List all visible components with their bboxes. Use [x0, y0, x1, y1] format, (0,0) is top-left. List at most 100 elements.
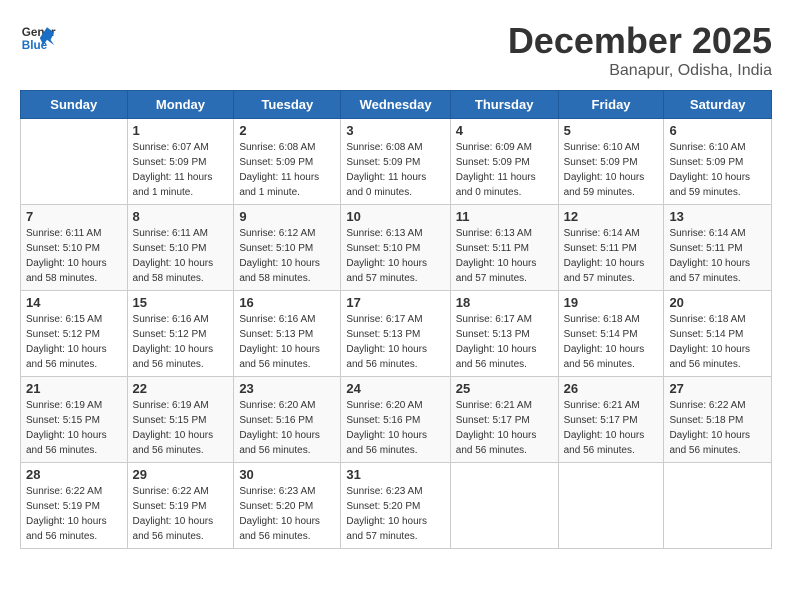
day-info: Sunrise: 6:08 AMSunset: 5:09 PMDaylight:…: [346, 140, 444, 200]
day-info: Sunrise: 6:17 AMSunset: 5:13 PMDaylight:…: [456, 312, 553, 372]
day-number: 31: [346, 467, 444, 482]
day-info: Sunrise: 6:22 AMSunset: 5:18 PMDaylight:…: [669, 398, 766, 458]
day-number: 20: [669, 295, 766, 310]
day-info: Sunrise: 6:19 AMSunset: 5:15 PMDaylight:…: [133, 398, 229, 458]
day-number: 17: [346, 295, 444, 310]
day-number: 16: [239, 295, 335, 310]
day-number: 23: [239, 381, 335, 396]
calendar-cell: [450, 463, 558, 549]
calendar-table: SundayMondayTuesdayWednesdayThursdayFrid…: [20, 90, 772, 549]
day-number: 4: [456, 123, 553, 138]
calendar-cell: 8 Sunrise: 6:11 AMSunset: 5:10 PMDaylight…: [127, 205, 234, 291]
calendar-cell: 29Sunrise: 6:22 AMSunset: 5:19 PMDayligh…: [127, 463, 234, 549]
day-info: Sunrise: 6:07 AMSunset: 5:09 PMDaylight:…: [133, 140, 229, 200]
calendar-cell: 11 Sunrise: 6:13 AMSunset: 5:11 PMDayligh…: [450, 205, 558, 291]
day-info: Sunrise: 6:21 AMSunset: 5:17 PMDaylight:…: [564, 398, 659, 458]
weekday-header: Saturday: [664, 91, 772, 119]
calendar-week-row: 14Sunrise: 6:15 AMSunset: 5:12 PMDayligh…: [21, 291, 772, 377]
day-info: Sunrise: 6:11 AMSunset: 5:10 PMDaylight:…: [26, 226, 122, 286]
weekday-header: Monday: [127, 91, 234, 119]
calendar-cell: 2 Sunrise: 6:08 AMSunset: 5:09 PMDaylight…: [234, 119, 341, 205]
day-number: 12: [564, 209, 659, 224]
logo-icon: General Blue: [20, 20, 56, 56]
calendar-cell: 12Sunrise: 6:14 AMSunset: 5:11 PMDayligh…: [558, 205, 664, 291]
calendar-cell: 28Sunrise: 6:22 AMSunset: 5:19 PMDayligh…: [21, 463, 128, 549]
day-number: 24: [346, 381, 444, 396]
weekday-header: Tuesday: [234, 91, 341, 119]
day-number: 30: [239, 467, 335, 482]
calendar-cell: 22 Sunrise: 6:19 AMSunset: 5:15 PMDayligh…: [127, 377, 234, 463]
day-info: Sunrise: 6:16 AMSunset: 5:12 PMDaylight:…: [133, 312, 229, 372]
calendar-cell: 16 Sunrise: 6:16 AMSunset: 5:13 PMDayligh…: [234, 291, 341, 377]
weekday-header: Thursday: [450, 91, 558, 119]
title-section: December 2025 Banapur, Odisha, India: [508, 20, 772, 80]
day-number: 1: [133, 123, 229, 138]
calendar-cell: 23 Sunrise: 6:20 AMSunset: 5:16 PMDayligh…: [234, 377, 341, 463]
day-info: Sunrise: 6:18 AMSunset: 5:14 PMDaylight:…: [669, 312, 766, 372]
day-info: Sunrise: 6:20 AMSunset: 5:16 PMDaylight:…: [239, 398, 335, 458]
day-number: 5: [564, 123, 659, 138]
day-number: 28: [26, 467, 122, 482]
day-number: 3: [346, 123, 444, 138]
month-title: December 2025: [508, 20, 772, 62]
calendar-cell: 6 Sunrise: 6:10 AMSunset: 5:09 PMDaylight…: [664, 119, 772, 205]
calendar-cell: 30 Sunrise: 6:23 AMSunset: 5:20 PMDayligh…: [234, 463, 341, 549]
day-info: Sunrise: 6:10 AMSunset: 5:09 PMDaylight:…: [669, 140, 766, 200]
day-number: 8: [133, 209, 229, 224]
day-number: 6: [669, 123, 766, 138]
calendar-cell: 10 Sunrise: 6:13 AMSunset: 5:10 PMDayligh…: [341, 205, 450, 291]
day-number: 22: [133, 381, 229, 396]
day-info: Sunrise: 6:20 AMSunset: 5:16 PMDaylight:…: [346, 398, 444, 458]
day-number: 18: [456, 295, 553, 310]
calendar-cell: 20 Sunrise: 6:18 AMSunset: 5:14 PMDayligh…: [664, 291, 772, 377]
calendar-cell: [558, 463, 664, 549]
weekday-header: Sunday: [21, 91, 128, 119]
day-number: 29: [133, 467, 229, 482]
location-title: Banapur, Odisha, India: [508, 62, 772, 80]
day-number: 15: [133, 295, 229, 310]
day-info: Sunrise: 6:10 AMSunset: 5:09 PMDaylight:…: [564, 140, 659, 200]
day-number: 26: [564, 381, 659, 396]
day-number: 14: [26, 295, 122, 310]
calendar-cell: 4 Sunrise: 6:09 AMSunset: 5:09 PMDaylight…: [450, 119, 558, 205]
day-info: Sunrise: 6:11 AMSunset: 5:10 PMDaylight:…: [133, 226, 229, 286]
calendar-week-row: 1 Sunrise: 6:07 AMSunset: 5:09 PMDaylight…: [21, 119, 772, 205]
day-number: 13: [669, 209, 766, 224]
day-info: Sunrise: 6:21 AMSunset: 5:17 PMDaylight:…: [456, 398, 553, 458]
calendar-cell: 24 Sunrise: 6:20 AMSunset: 5:16 PMDayligh…: [341, 377, 450, 463]
weekday-header: Friday: [558, 91, 664, 119]
calendar-cell: 13 Sunrise: 6:14 AMSunset: 5:11 PMDayligh…: [664, 205, 772, 291]
day-info: Sunrise: 6:13 AMSunset: 5:11 PMDaylight:…: [456, 226, 553, 286]
calendar-cell: 3 Sunrise: 6:08 AMSunset: 5:09 PMDaylight…: [341, 119, 450, 205]
calendar-cell: 18 Sunrise: 6:17 AMSunset: 5:13 PMDayligh…: [450, 291, 558, 377]
day-number: 2: [239, 123, 335, 138]
day-number: 25: [456, 381, 553, 396]
day-info: Sunrise: 6:17 AMSunset: 5:13 PMDaylight:…: [346, 312, 444, 372]
calendar-week-row: 7 Sunrise: 6:11 AMSunset: 5:10 PMDaylight…: [21, 205, 772, 291]
day-info: Sunrise: 6:09 AMSunset: 5:09 PMDaylight:…: [456, 140, 553, 200]
day-info: Sunrise: 6:23 AMSunset: 5:20 PMDaylight:…: [239, 484, 335, 544]
day-number: 7: [26, 209, 122, 224]
calendar-cell: 7 Sunrise: 6:11 AMSunset: 5:10 PMDaylight…: [21, 205, 128, 291]
calendar-cell: 21Sunrise: 6:19 AMSunset: 5:15 PMDayligh…: [21, 377, 128, 463]
calendar-cell: 14Sunrise: 6:15 AMSunset: 5:12 PMDayligh…: [21, 291, 128, 377]
day-info: Sunrise: 6:16 AMSunset: 5:13 PMDaylight:…: [239, 312, 335, 372]
day-info: Sunrise: 6:08 AMSunset: 5:09 PMDaylight:…: [239, 140, 335, 200]
calendar-cell: 27 Sunrise: 6:22 AMSunset: 5:18 PMDayligh…: [664, 377, 772, 463]
day-number: 27: [669, 381, 766, 396]
day-number: 21: [26, 381, 122, 396]
calendar-cell: 26 Sunrise: 6:21 AMSunset: 5:17 PMDayligh…: [558, 377, 664, 463]
day-info: Sunrise: 6:23 AMSunset: 5:20 PMDaylight:…: [346, 484, 444, 544]
day-number: 10: [346, 209, 444, 224]
calendar-cell: [664, 463, 772, 549]
calendar-cell: 25 Sunrise: 6:21 AMSunset: 5:17 PMDayligh…: [450, 377, 558, 463]
weekday-header: Wednesday: [341, 91, 450, 119]
day-info: Sunrise: 6:12 AMSunset: 5:10 PMDaylight:…: [239, 226, 335, 286]
calendar-cell: 31 Sunrise: 6:23 AMSunset: 5:20 PMDayligh…: [341, 463, 450, 549]
calendar-week-row: 28Sunrise: 6:22 AMSunset: 5:19 PMDayligh…: [21, 463, 772, 549]
day-info: Sunrise: 6:14 AMSunset: 5:11 PMDaylight:…: [669, 226, 766, 286]
calendar-cell: [21, 119, 128, 205]
day-number: 11: [456, 209, 553, 224]
calendar-cell: 17 Sunrise: 6:17 AMSunset: 5:13 PMDayligh…: [341, 291, 450, 377]
day-info: Sunrise: 6:13 AMSunset: 5:10 PMDaylight:…: [346, 226, 444, 286]
